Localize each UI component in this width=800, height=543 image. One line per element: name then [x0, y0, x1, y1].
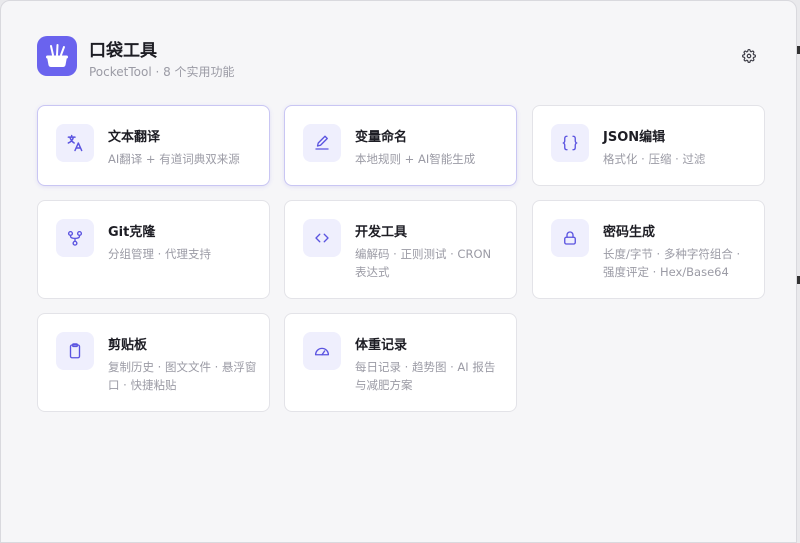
braces-icon [551, 124, 589, 162]
pocket-tools-icon [37, 36, 77, 76]
tool-desc: 每日记录 · 趋势图 · AI 报告与减肥方案 [355, 360, 496, 392]
app-header: 口袋工具 PocketTool · 8 个实用功能 [37, 36, 767, 81]
tool-name: Git克隆 [108, 225, 156, 240]
tool-card-weight[interactable]: 体重记录 每日记录 · 趋势图 · AI 报告与减肥方案 [284, 313, 517, 412]
tool-desc: 分组管理 · 代理支持 [108, 247, 211, 261]
gear-icon[interactable] [741, 48, 757, 64]
tool-name: 剪贴板 [108, 338, 148, 353]
tool-name: 变量命名 [355, 130, 408, 145]
tool-name: 体重记录 [355, 338, 408, 353]
tool-card-translate[interactable]: 文本翻译 AI翻译 + 有道词典双来源 [37, 105, 270, 186]
tool-desc: 本地规则 + AI智能生成 [355, 152, 476, 166]
tool-card-git[interactable]: Git克隆 分组管理 · 代理支持 [37, 200, 270, 299]
tool-desc: 长度/字节 · 多种字符组合 · 强度评定 · Hex/Base64 [603, 247, 741, 279]
tool-name: 文本翻译 [108, 130, 161, 145]
git-branch-icon [56, 219, 94, 257]
tool-card-password[interactable]: 密码生成 长度/字节 · 多种字符组合 · 强度评定 · Hex/Base64 [532, 200, 765, 299]
app-title: 口袋工具 [89, 41, 157, 61]
scale-icon [303, 332, 341, 370]
clipboard-icon [56, 332, 94, 370]
tool-name: 密码生成 [603, 225, 656, 240]
translate-icon [56, 124, 94, 162]
tool-card-naming[interactable]: 变量命名 本地规则 + AI智能生成 [284, 105, 517, 186]
tool-card-devtools[interactable]: 开发工具 编解码 · 正则测试 · CRON 表达式 [284, 200, 517, 299]
tool-name: JSON编辑 [603, 130, 666, 145]
tool-card-clipboard[interactable]: 剪贴板 复制历史 · 图文文件 · 悬浮窗口 · 快捷粘贴 [37, 313, 270, 412]
lock-icon [551, 219, 589, 257]
tool-desc: 复制历史 · 图文文件 · 悬浮窗口 · 快捷粘贴 [108, 360, 257, 392]
pencil-icon [303, 124, 341, 162]
app-subtitle: PocketTool · 8 个实用功能 [89, 65, 235, 79]
tool-name: 开发工具 [355, 225, 408, 240]
app-window: 口袋工具 PocketTool · 8 个实用功能 文本翻译 AI翻译 + 有道… [0, 0, 797, 543]
tool-desc: 编解码 · 正则测试 · CRON 表达式 [355, 247, 492, 279]
tool-card-json[interactable]: JSON编辑 格式化 · 压缩 · 过滤 [532, 105, 765, 186]
tool-desc: AI翻译 + 有道词典双来源 [108, 152, 240, 166]
code-icon [303, 219, 341, 257]
tool-desc: 格式化 · 压缩 · 过滤 [603, 152, 706, 166]
